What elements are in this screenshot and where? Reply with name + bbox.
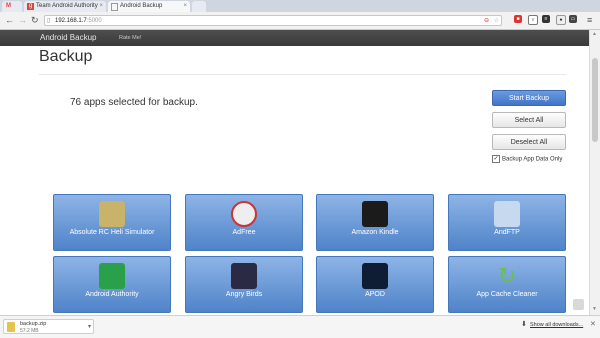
chevron-down-icon[interactable]: ▾ [88,323,91,330]
page-title: Backup [39,48,93,65]
app-tile-label: AndFTP [494,229,520,236]
rate-me-link[interactable]: Rate Me! [119,35,141,41]
scroll-down-icon[interactable]: ▼ [592,306,597,312]
download-item[interactable]: backup.zip 57.2 MB ▾ [3,319,94,334]
app-tile[interactable]: ↻ App Cache Cleaner [448,256,566,313]
app-tile-label: APOD [365,291,385,298]
app-tile[interactable]: AdFree [185,194,303,251]
app-tile-label: AdFree [232,229,256,236]
app-tile-label: Android Authority [85,291,139,298]
zip-file-icon [7,322,15,332]
refresh-icon: ↻ [497,263,517,288]
app-tile[interactable]: Android Authority [53,256,171,313]
scroll-up-icon[interactable]: ▲ [592,31,597,37]
tab-team-android-authority[interactable]: g Team Android Authority × [24,1,106,12]
star-icon[interactable]: ☆ [494,16,499,27]
download-file-size: 57.2 MB [20,328,39,334]
app-tile-label: Absolute RC Heli Simulator [69,229,155,236]
url-port: :5000 [86,18,102,24]
layers-icon[interactable]: ≡ [542,15,550,23]
gmail-icon: M [6,3,11,9]
checkbox-box[interactable]: ✓ [492,155,500,163]
close-icon[interactable]: ✕ [590,320,596,328]
close-icon[interactable]: × [99,1,103,12]
app-tile[interactable]: AndFTP [448,194,566,251]
extension-red-icon[interactable]: ■ [514,15,522,23]
feedback-icon[interactable] [573,299,584,310]
helicopter-icon [99,201,125,227]
show-all-downloads-link[interactable]: Show all downloads... [530,322,583,328]
apod-icon [362,263,388,289]
selected-count-text: 76 apps selected for backup. [70,97,198,108]
app-tile[interactable]: Angry Birds [185,256,303,313]
tab-gmail[interactable]: M [2,1,22,12]
back-icon[interactable]: ← [5,15,14,25]
angry-birds-icon [231,263,257,289]
download-file-name: backup.zip [20,321,47,327]
download-arrow-icon: ⬇ [521,321,527,328]
app-tile[interactable]: Amazon Kindle [316,194,434,251]
backup-app-data-only-checkbox[interactable]: ✓ Backup App Data Only [492,155,562,164]
scroll-thumb[interactable] [592,58,598,142]
pushbullet-icon[interactable]: ● [556,15,566,25]
tab-android-backup[interactable]: Android Backup × [108,1,190,12]
app-tile-label: Angry Birds [225,291,263,298]
app-tile-label: Amazon Kindle [351,229,399,236]
page-scrollbar[interactable]: ▲ ▼ [589,30,600,315]
cast-icon[interactable]: ▭ [569,15,577,23]
close-icon[interactable]: × [183,1,187,12]
app-tile[interactable]: APOD [316,256,434,313]
adfree-icon [231,201,257,227]
download-bar: backup.zip 57.2 MB ▾ [0,315,600,338]
checkbox-label: Backup App Data Only [502,156,563,163]
ftp-icon [494,201,520,227]
url-host: 192.168.1.7 [55,18,87,24]
browser-tab-strip: M g Team Android Authority × Android Bac… [0,0,600,12]
tab-label: Android Backup [120,3,163,9]
app-brand[interactable]: Android Backup [40,33,96,42]
page-info-icon: ▯ [47,18,51,24]
page-icon [111,3,118,11]
google-plus-icon: g [27,3,34,10]
deselect-all-button[interactable]: Deselect All [492,134,566,150]
new-tab-button[interactable] [192,1,206,12]
reload-icon[interactable]: ↻ [31,15,39,25]
browser-toolbar: ← → ↻ ▯ 192.168.1.7:5000 ⊖ ☆ ■ v ≡ ● ▭ ≡ [0,12,600,30]
pocket-icon[interactable]: v [528,15,538,25]
forward-icon[interactable]: → [18,15,27,25]
start-backup-button[interactable]: Start Backup [492,90,566,106]
menu-icon[interactable]: ≡ [587,15,592,25]
address-bar[interactable]: ▯ 192.168.1.7:5000 ⊖ ☆ [44,15,502,26]
app-tile-label: App Cache Cleaner [476,291,538,298]
kindle-icon [362,201,388,227]
divider [39,74,566,75]
tab-label: Team Android Authority [36,3,98,9]
android-authority-icon [99,263,125,289]
select-all-button[interactable]: Select All [492,112,566,128]
app-tile[interactable]: Absolute RC Heli Simulator [53,194,171,251]
blocked-icon[interactable]: ⊖ [484,16,489,27]
app-navbar: Android Backup Rate Me! [0,30,589,46]
